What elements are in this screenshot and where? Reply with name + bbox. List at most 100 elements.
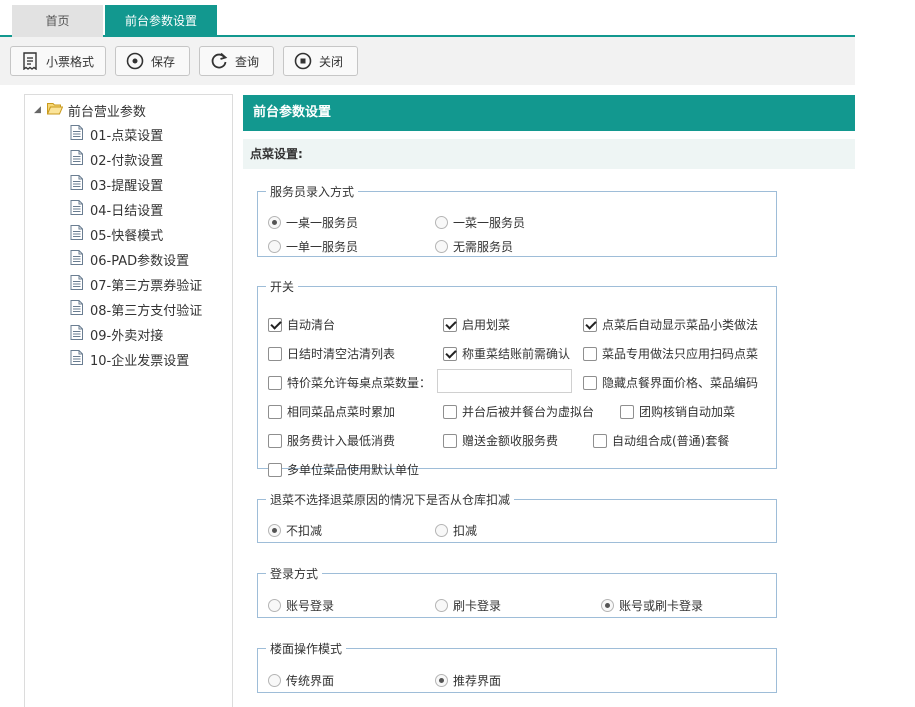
tab-home[interactable]: 首页 <box>12 5 103 37</box>
radio-indicator[interactable] <box>268 240 281 253</box>
checkbox-merged-table-virtual[interactable]: 并台后被并餐台为虚拟台 <box>443 403 594 420</box>
folder-open-icon <box>46 102 64 119</box>
tree-item[interactable]: 08-第三方支付验证 <box>70 299 202 319</box>
checkbox-special-price-qty[interactable]: 特价菜允许每桌点菜数量： <box>268 374 431 391</box>
checkbox-indicator[interactable] <box>268 317 282 332</box>
option-label: 菜品专用做法只应用扫码点菜 <box>602 347 759 361</box>
tree-item-label: 10-企业发票设置 <box>90 353 190 369</box>
checkbox-indicator[interactable] <box>268 375 282 390</box>
radio-indicator[interactable] <box>601 599 614 612</box>
radio-indicator[interactable] <box>435 524 448 537</box>
tree-item-label: 03-提醒设置 <box>90 178 164 194</box>
checkbox-indicator[interactable] <box>268 346 282 361</box>
radio-card-login[interactable]: 刷卡登录 <box>435 597 501 614</box>
receipt-icon <box>20 51 40 71</box>
checkbox-indicator[interactable] <box>583 346 597 361</box>
tree-item[interactable]: 01-点菜设置 <box>70 124 163 144</box>
receipt-format-button[interactable]: 小票格式 <box>10 46 106 76</box>
checkbox-enable-dish-marking[interactable]: 启用划菜 <box>443 316 510 333</box>
checkbox-groupon-auto-add[interactable]: 团购核销自动加菜 <box>620 403 735 420</box>
radio-one-dish-one-waiter[interactable]: 一菜一服务员 <box>435 214 525 231</box>
document-icon <box>70 299 83 319</box>
radio-indicator[interactable] <box>268 216 281 229</box>
checkbox-indicator[interactable] <box>443 404 457 419</box>
checkbox-confirm-weighed-dish[interactable]: 称重菜结账前需确认 <box>443 345 570 362</box>
save-icon <box>125 51 145 71</box>
checkbox-indicator[interactable] <box>443 317 457 332</box>
close-tab-icon[interactable]: × <box>203 0 213 6</box>
return-deduct-legend: 退菜不选择退菜原因的情况下是否从仓库扣减 <box>270 493 511 507</box>
checkbox-gift-service-fee[interactable]: 赠送金额收服务费 <box>443 432 558 449</box>
tab-frontdesk-settings-label: 前台参数设置 <box>124 14 197 28</box>
tree-item[interactable]: 05-快餐模式 <box>70 224 163 244</box>
radio-deduct[interactable]: 扣减 <box>435 522 477 539</box>
radio-account-login[interactable]: 账号登录 <box>268 597 334 614</box>
radio-indicator[interactable] <box>435 599 448 612</box>
save-button[interactable]: 保存 <box>115 46 190 76</box>
option-label: 点菜后自动显示菜品小类做法 <box>602 318 759 332</box>
option-label: 一桌一服务员 <box>286 216 359 230</box>
option-label: 推荐界面 <box>453 674 502 688</box>
radio-no-deduct[interactable]: 不扣减 <box>268 522 322 539</box>
checkbox-indicator[interactable] <box>443 433 457 448</box>
option-label: 账号登录 <box>286 599 335 613</box>
radio-one-table-one-waiter[interactable]: 一桌一服务员 <box>268 214 358 231</box>
checkbox-clear-soldout-on-close[interactable]: 日结时清空沽清列表 <box>268 345 395 362</box>
tree-item[interactable]: 04-日结设置 <box>70 199 163 219</box>
radio-indicator[interactable] <box>268 524 281 537</box>
tree-item[interactable]: 03-提醒设置 <box>70 174 163 194</box>
checkbox-indicator[interactable] <box>443 346 457 361</box>
checkbox-auto-show-subcategory[interactable]: 点菜后自动显示菜品小类做法 <box>583 316 758 333</box>
radio-indicator[interactable] <box>268 674 281 687</box>
radio-recommended-ui[interactable]: 推荐界面 <box>435 672 501 689</box>
document-icon <box>70 224 83 244</box>
radio-classic-ui[interactable]: 传统界面 <box>268 672 334 689</box>
checkbox-service-fee-min-spend[interactable]: 服务费计入最低消费 <box>268 432 395 449</box>
tree-item-label: 04-日结设置 <box>90 203 164 219</box>
expand-arrow-icon[interactable]: ◢ <box>34 105 41 115</box>
checkbox-indicator[interactable] <box>583 375 597 390</box>
radio-indicator[interactable] <box>435 240 448 253</box>
tree-item[interactable]: 07-第三方票券验证 <box>70 274 202 294</box>
checkbox-indicator[interactable] <box>620 404 634 419</box>
close-button[interactable]: 关闭 <box>283 46 358 76</box>
checkbox-auto-combo[interactable]: 自动组合成(普通)套餐 <box>593 432 729 449</box>
checkbox-indicator[interactable] <box>268 462 282 477</box>
tree-item[interactable]: 09-外卖对接 <box>70 324 163 344</box>
app-window: 首页 前台参数设置 × 小票格式 保存 查询 关闭 ◢ 前台营业参数 01-点菜… <box>0 0 915 707</box>
option-label: 无需服务员 <box>453 240 514 254</box>
tab-frontdesk-settings[interactable]: 前台参数设置 × <box>105 0 217 37</box>
option-label: 日结时清空沽清列表 <box>287 347 396 361</box>
document-icon <box>70 149 83 169</box>
checkbox-multi-unit-default[interactable]: 多单位菜品使用默认单位 <box>268 461 419 478</box>
option-label: 扣减 <box>453 524 478 538</box>
tree-item[interactable]: 06-PAD参数设置 <box>70 249 189 269</box>
toolbar: 小票格式 保存 查询 关闭 <box>0 37 855 85</box>
document-icon <box>70 274 83 294</box>
checkbox-indicator[interactable] <box>268 404 282 419</box>
checkbox-indicator[interactable] <box>593 433 607 448</box>
checkbox-indicator[interactable] <box>583 317 597 332</box>
special-price-qty-input[interactable] <box>437 369 572 393</box>
radio-indicator[interactable] <box>268 599 281 612</box>
query-button[interactable]: 查询 <box>199 46 274 76</box>
tree-item[interactable]: 10-企业发票设置 <box>70 349 189 369</box>
checkbox-special-method-scan-only[interactable]: 菜品专用做法只应用扫码点菜 <box>583 345 758 362</box>
radio-account-or-card-login[interactable]: 账号或刷卡登录 <box>601 597 703 614</box>
option-label: 隐藏点餐界面价格、菜品编码 <box>602 376 759 390</box>
checkbox-auto-clear-table[interactable]: 自动清台 <box>268 316 335 333</box>
tree-root[interactable]: ◢ 前台营业参数 <box>34 101 146 120</box>
settings-panel: 前台参数设置 点菜设置: 服务员录入方式 一桌一服务员 一菜一服务员 一单一服务… <box>243 95 855 707</box>
radio-no-waiter[interactable]: 无需服务员 <box>435 238 513 255</box>
option-label: 团购核销自动加菜 <box>639 405 736 419</box>
radio-indicator[interactable] <box>435 674 448 687</box>
radio-indicator[interactable] <box>435 216 448 229</box>
floor-mode-legend: 楼面操作模式 <box>270 642 343 656</box>
checkbox-hide-price-code[interactable]: 隐藏点餐界面价格、菜品编码 <box>583 374 758 391</box>
checkbox-indicator[interactable] <box>268 433 282 448</box>
tree-item[interactable]: 02-付款设置 <box>70 149 163 169</box>
document-icon <box>70 174 83 194</box>
radio-one-order-one-waiter[interactable]: 一单一服务员 <box>268 238 358 255</box>
waiter-entry-group: 服务员录入方式 一桌一服务员 一菜一服务员 一单一服务员 无需服务员 <box>257 183 777 257</box>
checkbox-accumulate-same-dish[interactable]: 相同菜品点菜时累加 <box>268 403 395 420</box>
